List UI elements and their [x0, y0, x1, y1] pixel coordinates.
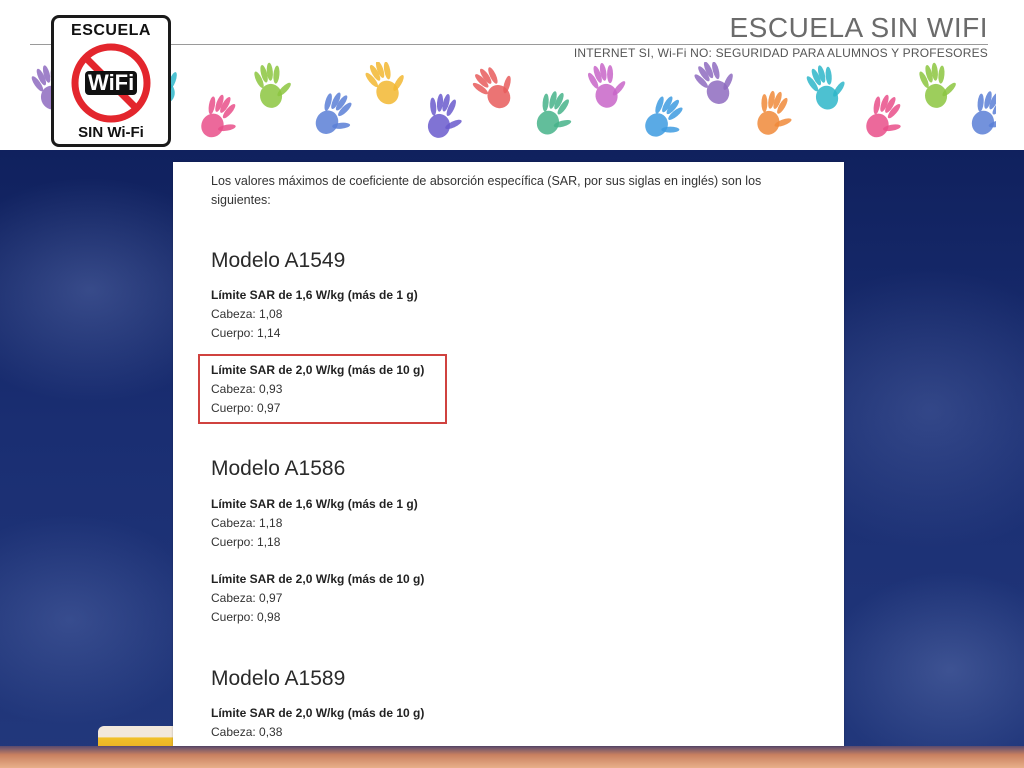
- handprint-icon: [254, 62, 291, 108]
- body-value: Cuerpo: 0,97: [211, 401, 281, 415]
- head-value: Cabeza: 0,97: [211, 591, 283, 605]
- body-value: Cuerpo: 0,98: [211, 610, 281, 624]
- logo-wifi-text: WiFi: [85, 71, 138, 95]
- chalk-tray: [0, 746, 1024, 768]
- handprint-icon: [201, 94, 236, 138]
- handprint-icon: [427, 93, 462, 138]
- handprint-icon: [645, 96, 683, 137]
- sar-limit-label: Límite SAR de 2,0 W/kg (más de 10 g): [211, 572, 425, 586]
- head-value: Cabeza: 1,08: [211, 307, 283, 321]
- model-heading: Modelo A1589: [211, 667, 346, 690]
- handprints-icon: [31, 62, 996, 138]
- handprint-icon: [588, 62, 626, 108]
- handprint-icon: [757, 90, 792, 135]
- handprint-icon: [971, 91, 996, 135]
- site-subtitle: INTERNET SI, Wi-Fi NO: SEGURIDAD PARA AL…: [573, 46, 988, 60]
- handprint-icon: [365, 62, 404, 105]
- body-value: Cuerpo: 1,14: [211, 326, 281, 340]
- sar-limit-label: Límite SAR de 2,0 W/kg (más de 10 g): [211, 706, 425, 720]
- head-value: Cabeza: 0,38: [211, 725, 283, 739]
- head-value: Cabeza: 0,93: [211, 382, 283, 396]
- sar-limit-label: Límite SAR de 1,6 W/kg (más de 1 g): [211, 288, 418, 302]
- document-screenshot: Los valores máximos de coeficiente de ab…: [173, 162, 844, 746]
- handprint-icon: [806, 65, 845, 110]
- sar-limit-label: Límite SAR de 1,6 W/kg (más de 1 g): [211, 497, 418, 511]
- handprint-icon: [919, 62, 956, 108]
- body-value: Cuerpo: 1,18: [211, 535, 281, 549]
- intro-paragraph: Los valores máximos de coeficiente de ab…: [211, 174, 762, 207]
- header-divider: [30, 44, 988, 45]
- model-heading: Modelo A1586: [211, 457, 346, 480]
- handprint-icon: [536, 91, 572, 135]
- sar-limit-label: Límite SAR de 2,0 W/kg (más de 10 g): [211, 363, 425, 377]
- logo-top-text: ESCUELA: [71, 22, 151, 39]
- logo-bottom-text: SIN Wi-Fi: [78, 124, 144, 141]
- model-heading: Modelo A1549: [211, 249, 346, 272]
- handprint-icon: [472, 67, 511, 109]
- handprint-icon: [315, 92, 352, 134]
- site-logo[interactable]: ESCUELA WiFi SIN Wi-Fi: [51, 15, 171, 147]
- site-title[interactable]: ESCUELA SIN WIFI: [730, 12, 989, 44]
- head-value: Cabeza: 1,18: [211, 516, 283, 530]
- handprint-icon: [694, 62, 733, 104]
- handprint-icon: [866, 94, 901, 138]
- handprints-decoration: [30, 62, 996, 146]
